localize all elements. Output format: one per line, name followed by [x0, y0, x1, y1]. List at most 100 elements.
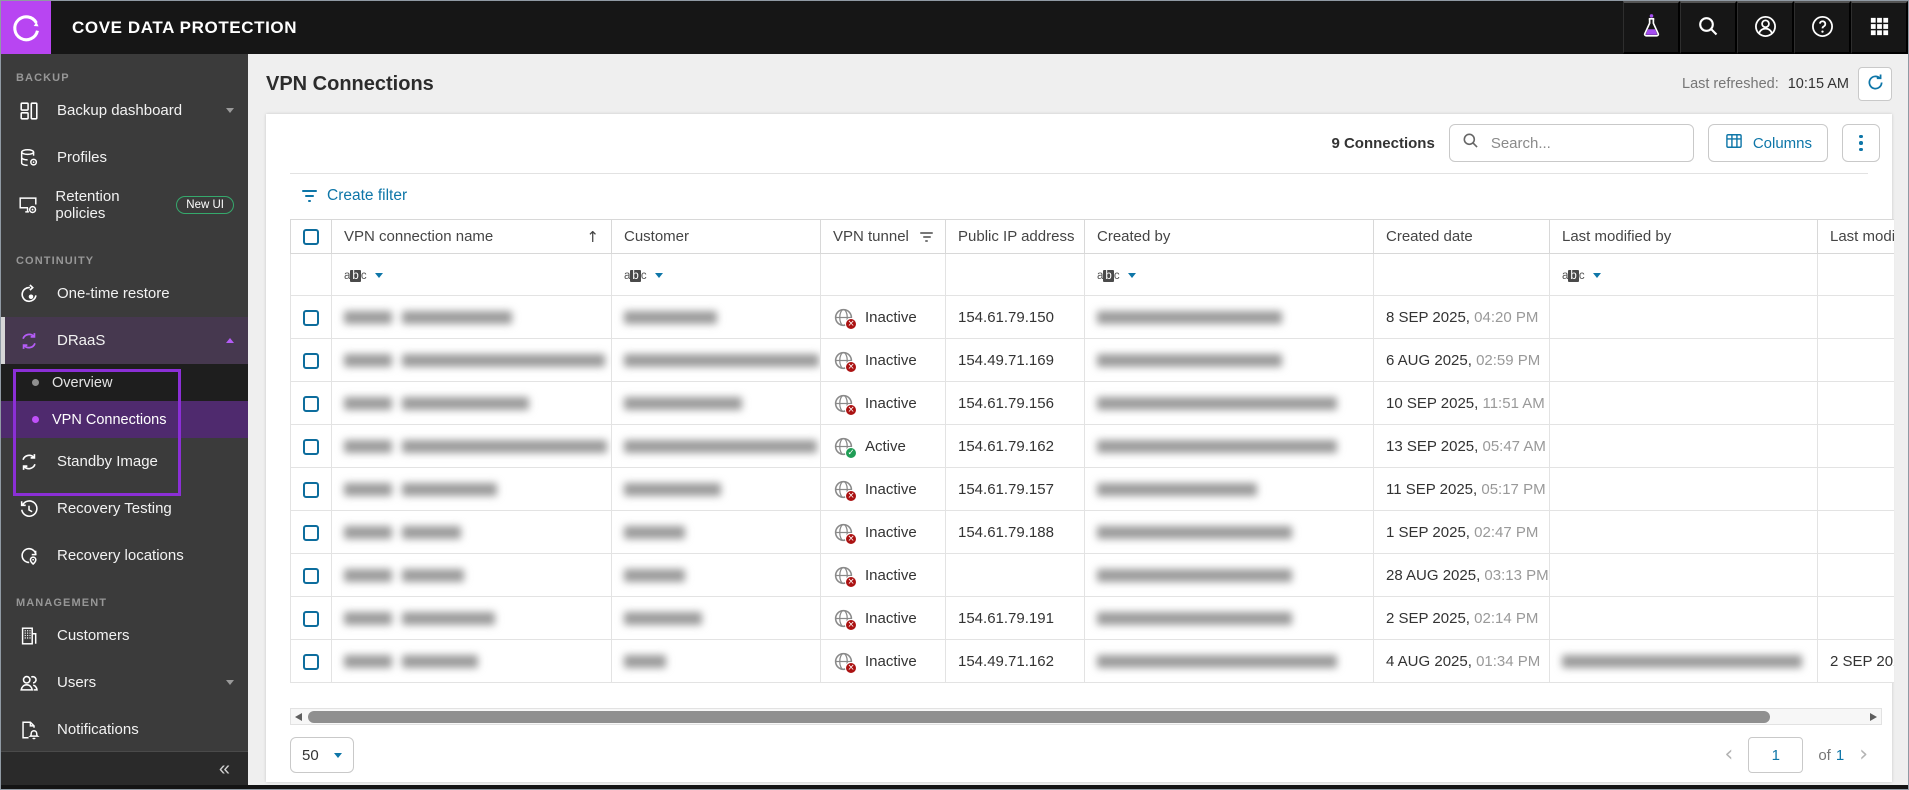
horizontal-scrollbar[interactable] [290, 708, 1882, 725]
filter-cell-last_modified_by[interactable]: abc [1549, 253, 1818, 296]
topbar-icons [1623, 1, 1908, 54]
redacted-created-by [1097, 354, 1282, 368]
page-size-select[interactable]: 50 [290, 737, 354, 773]
columns-icon [1724, 131, 1744, 155]
tunnel-status: × Inactive [833, 393, 933, 416]
chevron-down-icon[interactable] [1592, 273, 1601, 278]
search-box[interactable] [1448, 124, 1694, 162]
sidebar-item-notifications[interactable]: Notifications [1, 706, 248, 753]
row-checkbox[interactable] [303, 653, 319, 670]
column-header-name[interactable]: VPN connection name ↑ [331, 219, 612, 254]
row-checkbox[interactable] [303, 610, 319, 627]
chevron-down-icon[interactable] [226, 108, 234, 113]
columns-button[interactable]: Columns [1707, 124, 1828, 162]
row-checkbox[interactable] [303, 567, 319, 584]
text-filter-control[interactable]: abc [344, 269, 383, 282]
sidebar-subitem-overview[interactable]: Overview [1, 364, 248, 401]
chevron-down-icon[interactable] [226, 680, 234, 685]
help-button[interactable] [1794, 1, 1851, 54]
search-input[interactable] [1488, 133, 1682, 153]
bullet-icon [32, 379, 39, 386]
scroll-right-arrow-icon[interactable] [1870, 712, 1877, 721]
column-header-customer[interactable]: Customer [611, 219, 821, 254]
cove-logo[interactable] [1, 1, 51, 54]
redacted-customer [624, 612, 702, 626]
sidebar-item-customers[interactable]: Customers [1, 612, 248, 659]
redacted-name-prefix [344, 311, 392, 325]
global-search-button[interactable] [1680, 1, 1737, 54]
filter-cell-created_by[interactable]: abc [1084, 253, 1374, 296]
row-checkbox[interactable] [303, 309, 319, 326]
column-header-created_by[interactable]: Created by [1084, 219, 1374, 254]
app-launcher-button[interactable] [1851, 1, 1908, 54]
next-page-button[interactable]: › [1859, 744, 1868, 766]
created-date-value: 8 SEP 2025, [1386, 308, 1470, 326]
redacted-customer [624, 397, 742, 411]
sort-ascending-icon[interactable]: ↑ [586, 228, 599, 246]
row-checkbox[interactable] [303, 395, 319, 412]
scroll-left-arrow-icon[interactable] [295, 712, 302, 721]
column-header-last_modified_by[interactable]: Last modified by [1549, 219, 1818, 254]
locations-icon [16, 545, 42, 567]
redacted-name-prefix [344, 397, 392, 411]
text-filter-control[interactable]: abc [624, 269, 663, 282]
row-checkbox[interactable] [303, 352, 319, 369]
globe-icon: × [833, 479, 857, 502]
filter-cell-name[interactable]: abc [331, 253, 612, 296]
filter-cell-customer[interactable]: abc [611, 253, 821, 296]
sidebar-item-recovery-locations[interactable]: Recovery locations [1, 532, 248, 579]
previous-page-button[interactable]: ‹ [1725, 744, 1734, 766]
redacted-name-prefix [344, 612, 392, 626]
row-checkbox[interactable] [303, 481, 319, 498]
column-header-last_modified_date[interactable]: Last modified date [1817, 219, 1894, 254]
redacted-name [402, 354, 605, 368]
column-filter-icon[interactable] [920, 231, 933, 242]
chevron-down-icon[interactable] [374, 273, 383, 278]
created-time-value: 04:20 PM [1474, 308, 1539, 326]
more-options-button[interactable] [1842, 124, 1880, 162]
sidebar-item-backup-dashboard[interactable]: Backup dashboard [1, 87, 248, 134]
chevron-down-icon[interactable] [654, 273, 663, 278]
labs-flask-button[interactable] [1623, 1, 1680, 54]
select-all-checkbox[interactable] [303, 229, 319, 246]
created-time-value: 02:14 PM [1474, 609, 1539, 627]
column-header-inner: Public IP address [958, 228, 1074, 245]
column-header-inner: Created date [1386, 228, 1537, 245]
column-header-inner: Last modified date [1830, 228, 1894, 245]
current-page-input[interactable] [1748, 737, 1804, 773]
column-header-ip[interactable]: Public IP address [945, 219, 1085, 254]
chevron-up-icon[interactable] [226, 338, 234, 343]
globe-icon: ✓ [833, 436, 857, 459]
text-filter-control[interactable]: abc [1562, 269, 1601, 282]
sidebar-item-one-time-restore[interactable]: One-time restore [1, 270, 248, 317]
sidebar-item-label: Recovery locations [57, 547, 184, 564]
collapse-sidebar-button[interactable]: « [219, 759, 230, 779]
vpn-tunnel-cell: × Inactive [820, 467, 946, 511]
globe-icon: × [833, 393, 857, 416]
status-inactive-icon: × [845, 575, 857, 588]
customer-cell [611, 381, 821, 425]
create-filter-link[interactable]: Create filter [302, 187, 407, 205]
row-checkbox[interactable] [303, 524, 319, 541]
public-ip-cell: 154.61.79.162 [945, 424, 1085, 468]
vertical-dots-icon [1859, 134, 1863, 152]
sidebar-item-standby-image[interactable]: Standby Image [1, 438, 248, 485]
sidebar-item-users[interactable]: Users [1, 659, 248, 706]
customer-cell [611, 338, 821, 382]
abc-filter-icon: abc [624, 269, 647, 282]
created-time-value: 05:47 AM [1482, 437, 1546, 455]
row-checkbox[interactable] [303, 438, 319, 455]
sidebar-item-recovery-testing[interactable]: Recovery Testing [1, 485, 248, 532]
text-filter-control[interactable]: abc [1097, 269, 1136, 282]
column-header-tunnel[interactable]: VPN tunnel [820, 219, 946, 254]
status-inactive-icon: × [845, 618, 857, 631]
sidebar-item-profiles[interactable]: Profiles [1, 134, 248, 181]
sidebar-item-retention-policies[interactable]: Retention policies New UI [1, 181, 248, 228]
scrollbar-thumb[interactable] [308, 710, 1770, 723]
sidebar-item-draas[interactable]: DRaaS [1, 317, 248, 364]
refresh-button[interactable] [1858, 67, 1892, 101]
account-button[interactable] [1737, 1, 1794, 54]
chevron-down-icon[interactable] [1127, 273, 1136, 278]
sidebar-subitem-vpn-connections[interactable]: VPN Connections [1, 401, 248, 438]
column-header-created_date[interactable]: Created date [1373, 219, 1550, 254]
